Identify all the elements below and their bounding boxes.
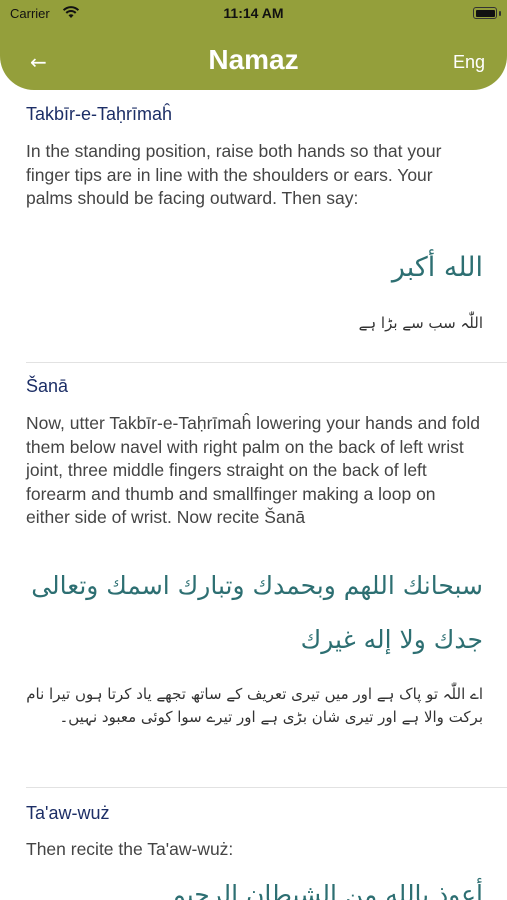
section-description: Now, utter Takbīr-e-Taḥrīmaĥ lowering yo… [26,413,480,527]
clock: 11:14 AM [223,5,284,21]
section-title: Ta'aw-wuż [26,803,110,823]
arabic-text-line-2: جدك ولا إله غيرك [300,625,483,654]
divider [26,362,507,363]
urdu-translation: اے اللّٰہ تو پاک ہے اور میں تیری تعریف ک… [26,685,483,726]
section-title: Šanā [26,376,69,396]
language-toggle-button[interactable]: Eng [453,52,485,73]
app-header: Carrier 11:14 AM ← Namaz Eng [0,0,507,90]
arabic-text-line-1: سبحانك اللهم وبحمدك وتبارك اسمك وتعالى [31,571,483,600]
arabic-text: الله أكبر [391,252,483,283]
content-scroll[interactable]: Takbīr-e-Taḥrīmaĥ In the standing positi… [0,90,507,900]
arabic-text: أعوذ بالله من الشيطان الرجيم [170,880,483,900]
section-description: Then recite the Ta'aw-wuż: [26,839,234,859]
battery-tip [499,11,501,16]
section-description: In the standing position, raise both han… [26,141,442,208]
page-title: Namaz [208,44,299,75]
battery-icon [473,7,497,19]
status-bar: Carrier 11:14 AM [0,0,507,28]
divider [26,787,507,788]
section-title: Takbīr-e-Taḥrīmaĥ [26,104,173,124]
urdu-translation: اللّٰہ سب سے بڑا ہے [358,314,483,332]
